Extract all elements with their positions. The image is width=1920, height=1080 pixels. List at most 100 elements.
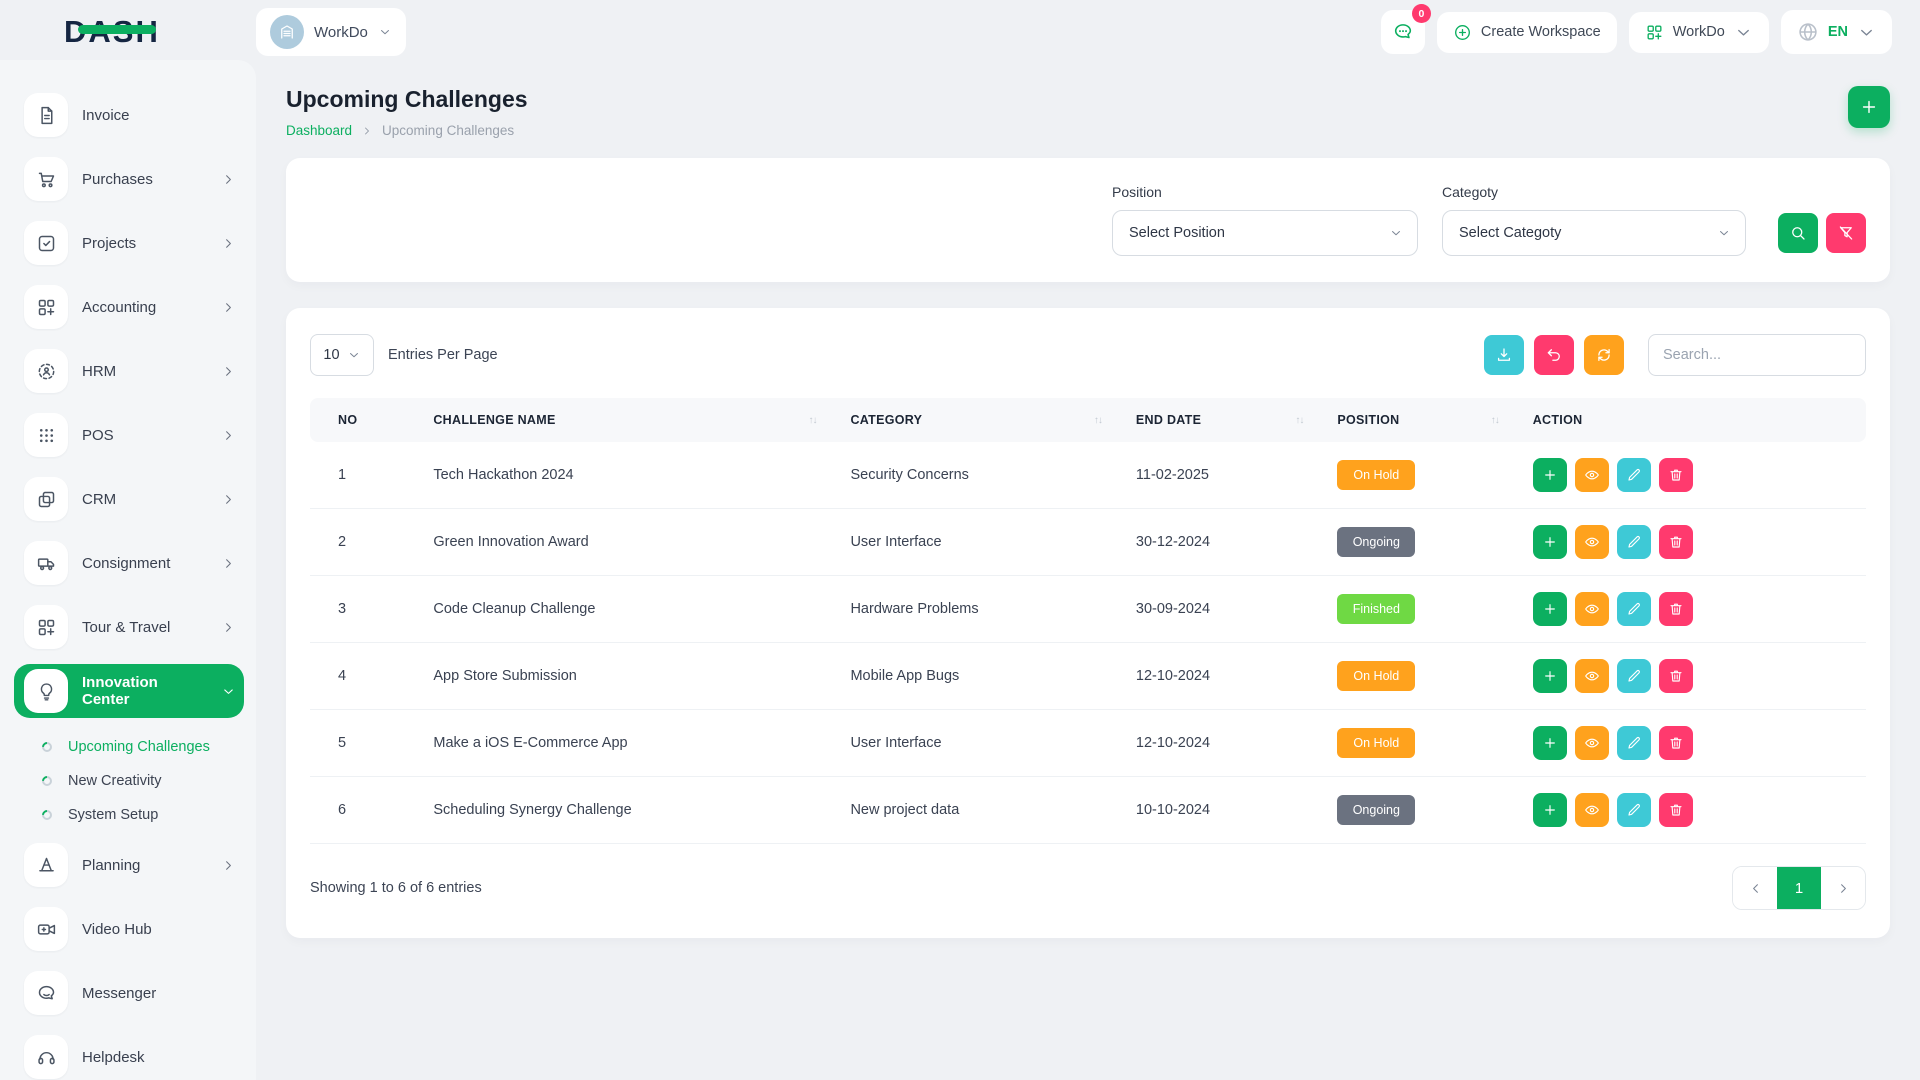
edit-button[interactable] xyxy=(1617,726,1651,760)
apply-filter-button[interactable] xyxy=(1778,213,1818,253)
sidebar-item-video-hub[interactable]: Video Hub xyxy=(14,902,244,956)
sort-icon[interactable]: ↑↓ xyxy=(1295,415,1313,426)
delete-button[interactable] xyxy=(1659,726,1693,760)
sidebar-item-helpdesk[interactable]: Helpdesk xyxy=(14,1030,244,1080)
sidebar-item-purchases[interactable]: Purchases xyxy=(14,152,244,206)
sidebar-item-hrm[interactable]: HRM xyxy=(14,344,244,398)
cell-actions xyxy=(1521,509,1866,576)
cell-actions xyxy=(1521,643,1866,710)
column-header-category[interactable]: CATEGORY↑↓ xyxy=(838,398,1123,442)
refresh-button[interactable] xyxy=(1584,335,1624,375)
sidebar-item-crm[interactable]: CRM xyxy=(14,472,244,526)
brand-logo[interactable]: DASH xyxy=(0,14,256,50)
sidebar-subitem-new-creativity[interactable]: New Creativity xyxy=(36,764,244,798)
chevron-down-icon xyxy=(347,348,361,362)
view-button[interactable] xyxy=(1575,726,1609,760)
pencil-icon xyxy=(1626,802,1642,818)
export-button[interactable] xyxy=(1484,335,1524,375)
view-button[interactable] xyxy=(1575,793,1609,827)
sidebar-item-accounting[interactable]: Accounting xyxy=(14,280,244,334)
delete-button[interactable] xyxy=(1659,458,1693,492)
app-menu-dropdown[interactable]: WorkDo xyxy=(1629,12,1769,53)
cell-challenge-name: App Store Submission xyxy=(421,643,838,710)
cell-position: Finished xyxy=(1325,576,1520,643)
add-button[interactable] xyxy=(1533,592,1567,626)
workspace-selector[interactable]: WorkDo xyxy=(256,8,406,56)
edit-button[interactable] xyxy=(1617,525,1651,559)
bullet-ring-icon xyxy=(40,740,54,754)
sidebar-item-planning[interactable]: Planning xyxy=(14,838,244,892)
tour-travel-icon xyxy=(36,617,57,638)
plus-icon xyxy=(1542,668,1558,684)
trash-icon xyxy=(1668,668,1684,684)
sidebar-item-tour-travel[interactable]: Tour & Travel xyxy=(14,600,244,654)
table-row: 5 Make a iOS E-Commerce App User Interfa… xyxy=(310,710,1866,777)
add-button[interactable] xyxy=(1533,458,1567,492)
position-select-value: Select Position xyxy=(1129,225,1225,241)
sidebar-item-innovation-center[interactable]: Innovation Center xyxy=(14,664,244,718)
pagination-next-button[interactable] xyxy=(1821,867,1865,909)
pencil-icon xyxy=(1626,601,1642,617)
breadcrumb-dashboard-link[interactable]: Dashboard xyxy=(286,123,352,138)
delete-button[interactable] xyxy=(1659,793,1693,827)
reset-filter-button[interactable] xyxy=(1826,213,1866,253)
sidebar-subitem-system-setup[interactable]: System Setup xyxy=(36,798,244,832)
table-search-input[interactable] xyxy=(1648,334,1866,376)
position-select[interactable]: Select Position xyxy=(1112,210,1418,256)
column-header-challenge-name[interactable]: CHALLENGE NAME↑↓ xyxy=(421,398,838,442)
pagination-prev-button[interactable] xyxy=(1733,867,1777,909)
filter-off-icon xyxy=(1837,224,1855,242)
eye-icon xyxy=(1584,534,1600,550)
sidebar-item-consignment[interactable]: Consignment xyxy=(14,536,244,590)
messages-button[interactable]: 0 xyxy=(1381,10,1425,54)
view-button[interactable] xyxy=(1575,458,1609,492)
plus-icon xyxy=(1542,802,1558,818)
category-field: Categoty Select Categoty xyxy=(1442,184,1746,256)
delete-button[interactable] xyxy=(1659,659,1693,693)
edit-button[interactable] xyxy=(1617,458,1651,492)
sidebar-item-pos[interactable]: POS xyxy=(14,408,244,462)
sidebar-item-projects[interactable]: Projects xyxy=(14,216,244,270)
sidebar-subitem-upcoming-challenges[interactable]: Upcoming Challenges xyxy=(36,730,244,764)
delete-button[interactable] xyxy=(1659,592,1693,626)
sort-icon[interactable]: ↑↓ xyxy=(1094,415,1112,426)
view-button[interactable] xyxy=(1575,592,1609,626)
position-field: Position Select Position xyxy=(1112,184,1418,256)
create-challenge-button[interactable] xyxy=(1848,86,1890,128)
view-button[interactable] xyxy=(1575,659,1609,693)
purchases-icon xyxy=(36,169,57,190)
create-workspace-button[interactable]: Create Workspace xyxy=(1437,12,1617,53)
column-header-position[interactable]: POSITION↑↓ xyxy=(1325,398,1520,442)
eye-icon xyxy=(1584,601,1600,617)
category-select-value: Select Categoty xyxy=(1459,225,1561,241)
add-button[interactable] xyxy=(1533,726,1567,760)
edit-button[interactable] xyxy=(1617,592,1651,626)
bullet-ring-icon xyxy=(40,808,54,822)
sort-icon[interactable]: ↑↓ xyxy=(1491,415,1509,426)
sidebar-nav: Invoice Purchases Projects Accounting HR… xyxy=(0,60,256,1080)
category-select[interactable]: Select Categoty xyxy=(1442,210,1746,256)
undo-button[interactable] xyxy=(1534,335,1574,375)
eye-icon xyxy=(1584,802,1600,818)
column-header-end-date[interactable]: END DATE↑↓ xyxy=(1124,398,1325,442)
delete-button[interactable] xyxy=(1659,525,1693,559)
table-row: 6 Scheduling Synergy Challenge New proje… xyxy=(310,777,1866,844)
add-button[interactable] xyxy=(1533,525,1567,559)
add-button[interactable] xyxy=(1533,793,1567,827)
sidebar-item-invoice[interactable]: Invoice xyxy=(14,88,244,142)
pagination-page-1[interactable]: 1 xyxy=(1777,867,1821,909)
chevron-down-icon xyxy=(1717,226,1731,240)
column-header-no: NO xyxy=(310,398,421,442)
cell-end-date: 12-10-2024 xyxy=(1124,643,1325,710)
chevron-right-icon xyxy=(1836,881,1851,896)
sidebar-item-messenger[interactable]: Messenger xyxy=(14,966,244,1020)
edit-button[interactable] xyxy=(1617,659,1651,693)
view-button[interactable] xyxy=(1575,525,1609,559)
top-header: DASH WorkDo 0 Create Workspace WorkDo EN xyxy=(0,0,1920,64)
cell-actions xyxy=(1521,777,1866,844)
entries-per-page-select[interactable]: 10 xyxy=(310,334,374,376)
edit-button[interactable] xyxy=(1617,793,1651,827)
add-button[interactable] xyxy=(1533,659,1567,693)
language-dropdown[interactable]: EN xyxy=(1781,10,1892,54)
sort-icon[interactable]: ↑↓ xyxy=(808,415,826,426)
